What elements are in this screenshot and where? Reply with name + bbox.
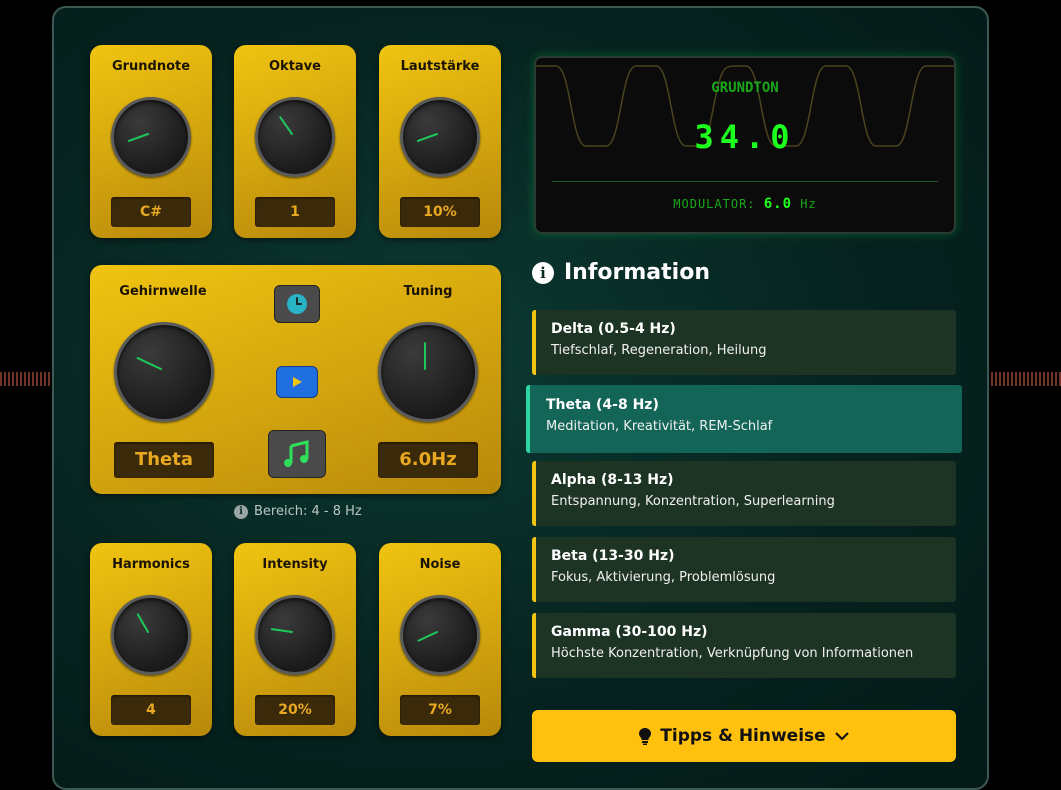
knob-pointer bbox=[136, 357, 162, 370]
knob-indicator bbox=[417, 631, 438, 642]
play-button[interactable] bbox=[276, 366, 318, 398]
knob-panel-lautstaerke: Lautstärke 10% bbox=[379, 45, 501, 238]
knob-label: Oktave bbox=[269, 59, 321, 74]
wave-desc: Meditation, Kreativität, REM-Schlaf bbox=[546, 419, 773, 434]
wave-desc: Fokus, Aktivierung, Problemlösung bbox=[551, 570, 776, 585]
lautstaerke-knob[interactable] bbox=[400, 97, 480, 177]
knob-panel-grundnote: Grundnote C# bbox=[90, 45, 212, 238]
knob-indicator bbox=[270, 628, 293, 633]
tuning-knob[interactable] bbox=[378, 322, 478, 422]
grundnote-knob[interactable] bbox=[111, 97, 191, 177]
knob-panel-noise: Noise 7% bbox=[379, 543, 501, 736]
range-text: Bereich: 4 - 8 Hz bbox=[254, 504, 362, 519]
wave-card-alpha[interactable]: Alpha (8-13 Hz) Entspannung, Konzentrati… bbox=[532, 461, 956, 526]
oktave-value: 1 bbox=[255, 197, 335, 227]
music-button[interactable] bbox=[268, 430, 326, 478]
oktave-knob[interactable] bbox=[255, 97, 335, 177]
audio-wave-left bbox=[0, 372, 52, 386]
wave-desc: Höchste Konzentration, Verknüpfung von I… bbox=[551, 646, 914, 661]
brainwave-value: Theta bbox=[114, 442, 214, 478]
brainwave-label: Gehirnwelle bbox=[119, 284, 207, 299]
knob-label: Intensity bbox=[262, 557, 328, 572]
tuning-value: 6.0Hz bbox=[378, 442, 478, 478]
harmonics-knob[interactable] bbox=[111, 595, 191, 675]
tuning-label: Tuning bbox=[403, 284, 453, 299]
wave-card-delta[interactable]: Delta (0.5-4 Hz) Tiefschlaf, Regeneratio… bbox=[532, 310, 956, 375]
knob-pointer bbox=[270, 628, 293, 633]
knob-indicator bbox=[127, 133, 149, 142]
intensity-knob[interactable] bbox=[255, 595, 335, 675]
knob-panel-harmonics: Harmonics 4 bbox=[90, 543, 212, 736]
knob-indicator bbox=[424, 342, 426, 370]
wave-card-theta[interactable]: Theta (4-8 Hz) Meditation, Kreativität, … bbox=[526, 385, 962, 453]
modulator-unit: Hz bbox=[800, 197, 817, 211]
knob-panel-oktave: Oktave 1 bbox=[234, 45, 356, 238]
info-title: Information bbox=[564, 260, 710, 285]
display-frequency: 34.0 bbox=[694, 118, 796, 156]
clock-icon bbox=[287, 294, 307, 314]
audio-wave-right bbox=[987, 372, 1061, 386]
main-frame: Grundnote C# Oktave 1 Lautstärke 10% Geh… bbox=[52, 6, 989, 790]
lautstaerke-value: 10% bbox=[400, 197, 480, 227]
knob-label: Lautstärke bbox=[400, 59, 480, 74]
wave-title: Gamma (30-100 Hz) bbox=[551, 624, 708, 640]
wave-title: Theta (4-8 Hz) bbox=[546, 397, 659, 413]
knob-label: Noise bbox=[419, 557, 461, 572]
wave-title: Delta (0.5-4 Hz) bbox=[551, 321, 676, 337]
wave-title: Beta (13-30 Hz) bbox=[551, 548, 675, 564]
wave-desc: Tiefschlaf, Regeneration, Heilung bbox=[551, 343, 767, 358]
timer-button[interactable] bbox=[274, 285, 320, 323]
range-hint: i Bereich: 4 - 8 Hz bbox=[234, 504, 362, 519]
grundnote-value: C# bbox=[111, 197, 191, 227]
knob-pointer bbox=[136, 613, 149, 633]
noise-knob[interactable] bbox=[400, 595, 480, 675]
frequency-display: GRUNDTON 34.0 MODULATOR: 6.0 Hz bbox=[534, 56, 956, 234]
display-title: GRUNDTON bbox=[711, 80, 779, 96]
play-icon bbox=[293, 377, 302, 387]
lightbulb-icon bbox=[639, 728, 652, 745]
knob-label: Grundnote bbox=[111, 59, 191, 74]
tips-label: Tipps & Hinweise bbox=[660, 726, 826, 746]
noise-value: 7% bbox=[400, 695, 480, 725]
info-icon: i bbox=[532, 261, 554, 284]
info-header: i Information bbox=[532, 260, 710, 285]
wave-desc: Entspannung, Konzentration, Superlearnin… bbox=[551, 494, 835, 509]
knob-indicator bbox=[136, 357, 162, 370]
knob-pointer bbox=[127, 133, 149, 142]
wave-card-beta[interactable]: Beta (13-30 Hz) Fokus, Aktivierung, Prob… bbox=[532, 537, 956, 602]
wave-card-gamma[interactable]: Gamma (30-100 Hz) Höchste Konzentration,… bbox=[532, 613, 956, 678]
music-note-icon bbox=[284, 440, 309, 467]
intensity-value: 20% bbox=[255, 695, 335, 725]
knob-pointer bbox=[279, 116, 293, 135]
tips-button[interactable]: Tipps & Hinweise bbox=[532, 710, 956, 762]
knob-indicator bbox=[416, 133, 438, 142]
modulator-value: 6.0 bbox=[763, 196, 793, 212]
knob-pointer bbox=[416, 133, 438, 142]
brainwave-knob[interactable] bbox=[114, 322, 214, 422]
modulator-label: MODULATOR: bbox=[673, 197, 756, 211]
knob-indicator bbox=[136, 613, 149, 633]
knob-pointer bbox=[417, 631, 438, 642]
brainwave-panel: Gehirnwelle Theta Tuning 6.0Hz bbox=[90, 265, 501, 494]
display-modulator: MODULATOR: 6.0 Hz bbox=[536, 196, 954, 212]
harmonics-value: 4 bbox=[111, 695, 191, 725]
chevron-down-icon bbox=[834, 732, 849, 741]
knob-panel-intensity: Intensity 20% bbox=[234, 543, 356, 736]
wave-title: Alpha (8-13 Hz) bbox=[551, 472, 674, 488]
knob-label: Harmonics bbox=[112, 557, 190, 572]
display-divider bbox=[552, 181, 938, 182]
info-icon: i bbox=[234, 504, 248, 519]
knob-indicator bbox=[279, 116, 293, 135]
